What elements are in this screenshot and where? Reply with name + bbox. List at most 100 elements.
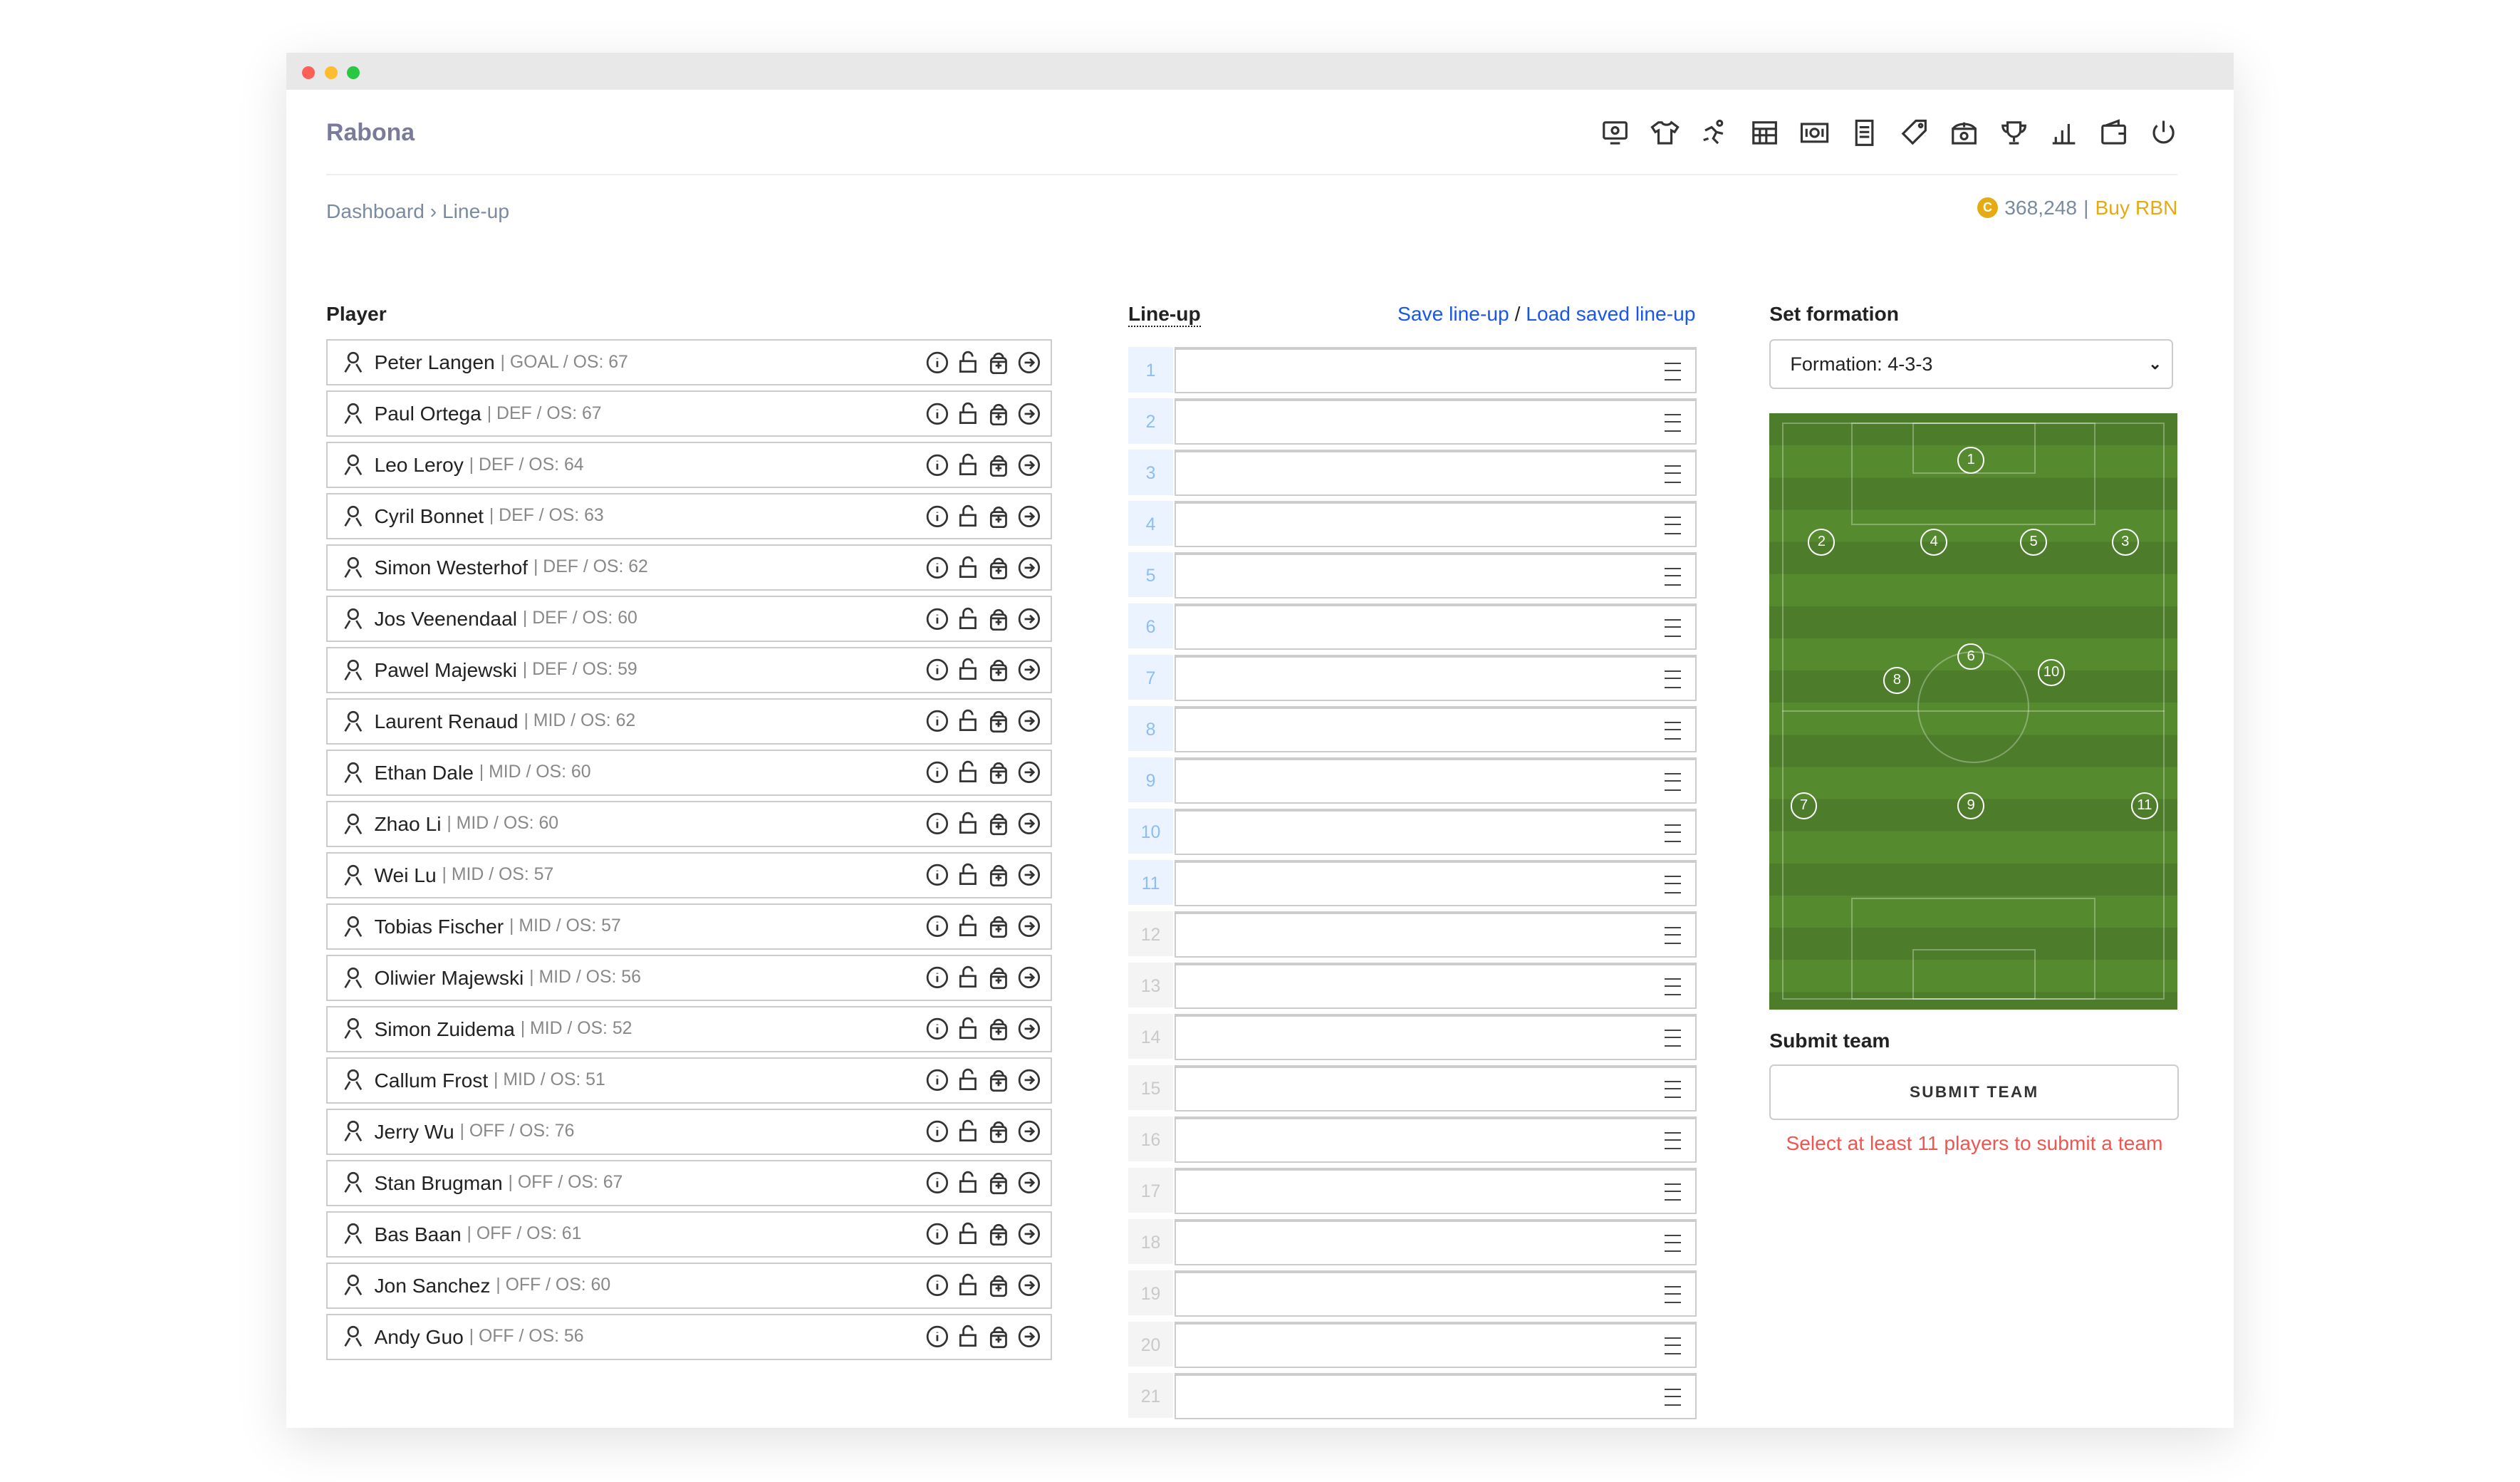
- player-row[interactable]: Wei Lu | MID / OS: 57: [326, 851, 1053, 898]
- drag-handle-icon[interactable]: [1665, 1389, 1681, 1406]
- arrow-right-circle-icon[interactable]: [1017, 1325, 1041, 1349]
- arrow-right-circle-icon[interactable]: [1017, 453, 1041, 477]
- add-to-lineup-icon[interactable]: [986, 863, 1011, 887]
- slot-dropzone[interactable]: [1175, 1270, 1697, 1317]
- info-icon[interactable]: [925, 504, 949, 529]
- player-row[interactable]: Laurent Renaud | MID / OS: 62: [326, 698, 1053, 745]
- arrow-right-circle-icon[interactable]: [1017, 914, 1041, 938]
- arrow-right-circle-icon[interactable]: [1017, 607, 1041, 631]
- info-icon[interactable]: [925, 607, 949, 631]
- arrow-right-circle-icon[interactable]: [1017, 1068, 1041, 1092]
- arrow-right-circle-icon[interactable]: [1017, 658, 1041, 682]
- add-to-lineup-icon[interactable]: [986, 1119, 1011, 1144]
- minimize-window-button[interactable]: [324, 66, 338, 79]
- add-to-lineup-icon[interactable]: [986, 812, 1011, 836]
- lineup-slot[interactable]: 20: [1128, 1321, 1697, 1368]
- player-row[interactable]: Bas Baan | OFF / OS: 61: [326, 1211, 1053, 1258]
- lineup-slot[interactable]: 7: [1128, 655, 1697, 701]
- add-to-lineup-icon[interactable]: [986, 709, 1011, 733]
- training-icon[interactable]: [1699, 118, 1731, 147]
- info-icon[interactable]: [925, 453, 949, 477]
- lock-open-icon[interactable]: [956, 504, 980, 529]
- lineup-slot[interactable]: 17: [1128, 1168, 1697, 1214]
- info-icon[interactable]: [925, 709, 949, 733]
- arrow-right-circle-icon[interactable]: [1017, 965, 1041, 990]
- drag-handle-icon[interactable]: [1665, 1286, 1681, 1304]
- slot-dropzone[interactable]: [1175, 347, 1697, 394]
- drag-handle-icon[interactable]: [1665, 517, 1681, 534]
- lock-open-icon[interactable]: [956, 965, 980, 990]
- lineup-slot[interactable]: 4: [1128, 501, 1697, 547]
- lineup-slot[interactable]: 9: [1128, 757, 1697, 804]
- arrow-right-circle-icon[interactable]: [1017, 709, 1041, 733]
- drag-handle-icon[interactable]: [1665, 876, 1681, 893]
- lock-open-icon[interactable]: [956, 760, 980, 784]
- slot-dropzone[interactable]: [1175, 1219, 1697, 1265]
- drag-handle-icon[interactable]: [1665, 978, 1681, 996]
- lineup-slot[interactable]: 19: [1128, 1270, 1697, 1317]
- info-icon[interactable]: [925, 1068, 949, 1092]
- slot-dropzone[interactable]: [1175, 501, 1697, 547]
- add-to-lineup-icon[interactable]: [986, 556, 1011, 580]
- add-to-lineup-icon[interactable]: [986, 1325, 1011, 1349]
- wallet-icon[interactable]: [2098, 118, 2130, 147]
- lineup-slot[interactable]: 6: [1128, 603, 1697, 650]
- slot-dropzone[interactable]: [1175, 1372, 1697, 1419]
- player-row[interactable]: Callum Frost | MID / OS: 51: [326, 1057, 1053, 1104]
- arrow-right-circle-icon[interactable]: [1017, 1119, 1041, 1144]
- add-to-lineup-icon[interactable]: [986, 914, 1011, 938]
- player-row[interactable]: Paul Ortega | DEF / OS: 67: [326, 390, 1053, 437]
- drag-handle-icon[interactable]: [1665, 1235, 1681, 1253]
- arrow-right-circle-icon[interactable]: [1017, 812, 1041, 836]
- info-icon[interactable]: [925, 1119, 949, 1144]
- slot-dropzone[interactable]: [1175, 603, 1697, 650]
- player-row[interactable]: Leo Leroy | DEF / OS: 64: [326, 442, 1053, 488]
- add-to-lineup-icon[interactable]: [986, 504, 1011, 529]
- player-row[interactable]: Tobias Fischer | MID / OS: 57: [326, 903, 1053, 950]
- lock-open-icon[interactable]: [956, 556, 980, 580]
- drag-handle-icon[interactable]: [1665, 363, 1681, 380]
- drag-handle-icon[interactable]: [1665, 722, 1681, 740]
- slot-dropzone[interactable]: [1175, 963, 1697, 1009]
- arrow-right-circle-icon[interactable]: [1017, 863, 1041, 887]
- info-icon[interactable]: [925, 1171, 949, 1195]
- lock-open-icon[interactable]: [956, 1068, 980, 1092]
- info-icon[interactable]: [925, 1273, 949, 1297]
- arrow-right-circle-icon[interactable]: [1017, 1171, 1041, 1195]
- slot-dropzone[interactable]: [1175, 1168, 1697, 1214]
- slot-dropzone[interactable]: [1175, 809, 1697, 855]
- drag-handle-icon[interactable]: [1665, 773, 1681, 791]
- arrow-right-circle-icon[interactable]: [1017, 351, 1041, 375]
- add-to-lineup-icon[interactable]: [986, 1171, 1011, 1195]
- drag-handle-icon[interactable]: [1665, 568, 1681, 586]
- add-to-lineup-icon[interactable]: [986, 607, 1011, 631]
- drag-handle-icon[interactable]: [1665, 1030, 1681, 1047]
- add-to-lineup-icon[interactable]: [986, 402, 1011, 426]
- info-icon[interactable]: [925, 658, 949, 682]
- lineup-slot[interactable]: 13: [1128, 963, 1697, 1009]
- player-row[interactable]: Oliwier Majewski | MID / OS: 56: [326, 954, 1053, 1001]
- document-icon[interactable]: [1848, 118, 1880, 147]
- slot-dropzone[interactable]: [1175, 1065, 1697, 1112]
- app-logo[interactable]: Rabona: [326, 119, 415, 147]
- add-to-lineup-icon[interactable]: [986, 351, 1011, 375]
- player-row[interactable]: Jos Veenendaal | DEF / OS: 60: [326, 595, 1053, 642]
- drag-handle-icon[interactable]: [1665, 619, 1681, 637]
- info-icon[interactable]: [925, 351, 949, 375]
- slot-dropzone[interactable]: [1175, 1116, 1697, 1163]
- player-row[interactable]: Peter Langen | GOAL / OS: 67: [326, 339, 1053, 385]
- lineup-slot[interactable]: 1: [1128, 347, 1697, 394]
- lock-open-icon[interactable]: [956, 1273, 980, 1297]
- lock-open-icon[interactable]: [956, 1171, 980, 1195]
- submit-team-button[interactable]: SUBMIT TEAM: [1769, 1064, 2180, 1121]
- load-lineup-link[interactable]: Load saved line-up: [1526, 302, 1695, 325]
- drag-handle-icon[interactable]: [1665, 1183, 1681, 1201]
- lock-open-icon[interactable]: [956, 1119, 980, 1144]
- add-to-lineup-icon[interactable]: [986, 453, 1011, 477]
- info-icon[interactable]: [925, 556, 949, 580]
- slot-dropzone[interactable]: [1175, 860, 1697, 906]
- slot-dropzone[interactable]: [1175, 398, 1697, 445]
- lock-open-icon[interactable]: [956, 709, 980, 733]
- arrow-right-circle-icon[interactable]: [1017, 1222, 1041, 1246]
- add-to-lineup-icon[interactable]: [986, 760, 1011, 784]
